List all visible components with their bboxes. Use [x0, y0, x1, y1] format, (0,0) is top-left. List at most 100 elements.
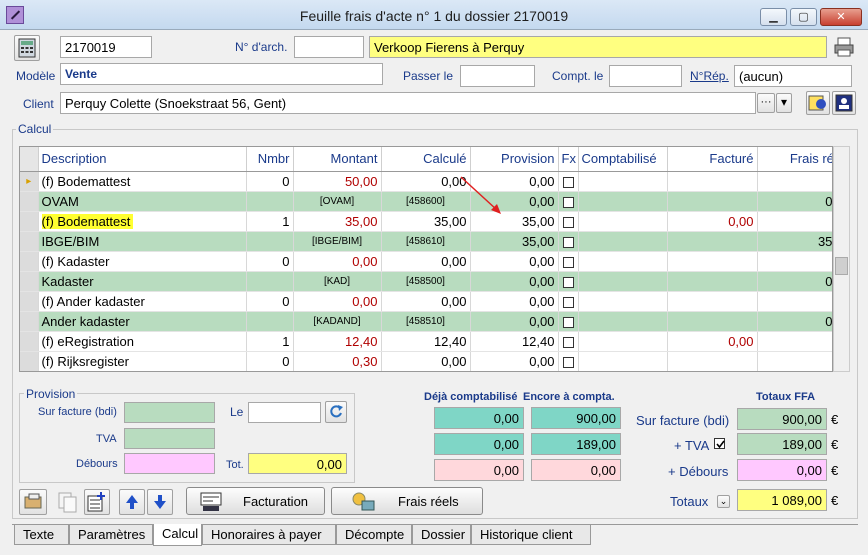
- cell-montant[interactable]: [KAD]: [293, 271, 382, 292]
- cell-frais-reels[interactable]: 0,00: [757, 271, 832, 292]
- tab-honoraires-à-payer[interactable]: Honoraires à payer: [202, 525, 336, 545]
- cell-facture[interactable]: 0,00: [667, 211, 758, 232]
- cell-montant[interactable]: [OVAM]: [293, 191, 382, 212]
- compt-date-field[interactable]: [609, 65, 682, 87]
- row-selector[interactable]: [20, 311, 39, 332]
- client-dropdown-button[interactable]: ▾: [776, 93, 792, 113]
- cell-frais-reels[interactable]: 0,00: [757, 191, 832, 212]
- cell-fx[interactable]: [558, 331, 579, 352]
- cell-description[interactable]: (f) Rijksregister: [38, 351, 247, 371]
- cell-nmbr[interactable]: 0: [246, 351, 294, 371]
- cell-fx[interactable]: [558, 291, 579, 312]
- tab-dossier[interactable]: Dossier: [412, 525, 471, 545]
- cell-frais-reels[interactable]: [757, 351, 832, 371]
- modele-field[interactable]: Vente: [60, 63, 383, 85]
- col-description[interactable]: Description: [38, 147, 247, 172]
- nrep-field[interactable]: (aucun): [734, 65, 852, 87]
- cell-facture[interactable]: [667, 311, 758, 332]
- cell-calcule[interactable]: 0,00: [381, 351, 471, 371]
- cell-frais-reels[interactable]: [757, 171, 832, 192]
- cell-fx[interactable]: [558, 311, 579, 332]
- cell-facture[interactable]: [667, 351, 758, 371]
- table-row[interactable]: (f) Bodemattest135,0035,0035,000,00(?): [20, 211, 832, 232]
- cell-description[interactable]: (f) Kadaster: [38, 251, 247, 272]
- fx-checkbox[interactable]: [562, 276, 574, 288]
- scrollbar-thumb[interactable]: [835, 257, 848, 275]
- client-field[interactable]: Perquy Colette (Snoekstraat 56, Gent): [60, 92, 756, 114]
- col-comptabilise[interactable]: Comptabilisé: [578, 147, 668, 172]
- cell-description[interactable]: Kadaster: [38, 271, 247, 292]
- cell-description[interactable]: (f) eRegistration: [38, 331, 247, 352]
- cell-montant[interactable]: 12,40: [293, 331, 382, 352]
- cell-comptabilise[interactable]: [578, 271, 668, 292]
- fx-checkbox[interactable]: [562, 196, 574, 208]
- encore-row1-field[interactable]: 900,00: [531, 407, 621, 429]
- row-selector[interactable]: [20, 291, 39, 312]
- deja-row2-field[interactable]: 0,00: [434, 433, 524, 455]
- fx-checkbox[interactable]: [562, 216, 574, 228]
- cell-calcule[interactable]: 0,00: [381, 291, 471, 312]
- cell-montant[interactable]: 0,00: [293, 251, 382, 272]
- cell-nmbr[interactable]: [246, 271, 294, 292]
- cell-frais-reels[interactable]: 0,00: [757, 311, 832, 332]
- totaux-field[interactable]: 1 089,00: [737, 489, 827, 511]
- cell-facture[interactable]: [667, 171, 758, 192]
- frais-reels-button[interactable]: Frais réels: [331, 487, 483, 515]
- row-selector[interactable]: [20, 251, 39, 272]
- table-row[interactable]: (f) eRegistration112,4012,4012,400,00(?): [20, 331, 832, 352]
- prov-le-field[interactable]: [248, 402, 321, 423]
- encore-row3-field[interactable]: 0,00: [531, 459, 621, 481]
- add-line-icon[interactable]: [84, 489, 110, 515]
- tab-texte[interactable]: Texte: [14, 525, 69, 545]
- fx-checkbox[interactable]: [562, 296, 574, 308]
- passer-date-field[interactable]: [460, 65, 535, 87]
- cell-facture[interactable]: [667, 271, 758, 292]
- cell-frais-reels[interactable]: (?): [757, 211, 832, 232]
- tab-paramètres[interactable]: Paramètres: [69, 525, 153, 545]
- tot-sur-facture-field[interactable]: 900,00: [737, 408, 827, 430]
- cell-provision[interactable]: 0,00: [470, 311, 559, 332]
- cell-montant[interactable]: [IBGE/BIM]: [293, 231, 382, 252]
- cell-calcule[interactable]: [458610]: [381, 231, 471, 252]
- calculator-icon[interactable]: [14, 35, 40, 61]
- prov-tva-field[interactable]: [124, 428, 215, 449]
- cell-nmbr[interactable]: [246, 191, 294, 212]
- client-card-icon[interactable]: [806, 91, 830, 115]
- cell-frais-reels[interactable]: (?): [757, 331, 832, 352]
- col-fx[interactable]: Fx: [558, 147, 579, 172]
- cell-fx[interactable]: [558, 351, 579, 371]
- cell-description[interactable]: (f) Ander kadaster: [38, 291, 247, 312]
- cell-nmbr[interactable]: 0: [246, 251, 294, 272]
- maximize-button[interactable]: ▢: [790, 8, 817, 26]
- fx-checkbox[interactable]: [562, 176, 574, 188]
- col-montant[interactable]: Montant: [293, 147, 382, 172]
- cell-fx[interactable]: [558, 211, 579, 232]
- row-selector[interactable]: [20, 351, 39, 371]
- cell-provision[interactable]: 0,00: [470, 291, 559, 312]
- cell-calcule[interactable]: [458510]: [381, 311, 471, 332]
- col-frais-reels[interactable]: Frais réels: [757, 147, 832, 172]
- table-row[interactable]: (f) Rijksregister 0 0,30 0,00 0,00: [20, 351, 832, 371]
- table-row[interactable]: (f) Kadaster 0 0,00 0,00 0,00: [20, 251, 832, 272]
- col-calcule[interactable]: Calculé: [381, 147, 471, 172]
- cell-comptabilise[interactable]: [578, 251, 668, 272]
- cell-nmbr[interactable]: 0: [246, 171, 294, 192]
- cell-nmbr[interactable]: [246, 311, 294, 332]
- table-row[interactable]: Ander kadaster[KADAND][458510]0,000,00: [20, 311, 832, 332]
- table-row[interactable]: Kadaster[KAD][458500]0,000,00: [20, 271, 832, 292]
- fx-checkbox[interactable]: [562, 316, 574, 328]
- cell-montant[interactable]: [KADAND]: [293, 311, 382, 332]
- cell-montant[interactable]: 0,00: [293, 291, 382, 312]
- cell-provision[interactable]: 0,00: [470, 251, 559, 272]
- cell-nmbr[interactable]: 0: [246, 291, 294, 312]
- prov-tot-field[interactable]: 0,00: [248, 453, 347, 474]
- cell-comptabilise[interactable]: [578, 311, 668, 332]
- cell-provision[interactable]: 0,00: [470, 271, 559, 292]
- cell-comptabilise[interactable]: [578, 351, 668, 371]
- refresh-icon[interactable]: [325, 401, 347, 423]
- cell-fx[interactable]: [558, 231, 579, 252]
- col-nmbr[interactable]: Nmbr: [246, 147, 294, 172]
- copy-icon[interactable]: [55, 489, 81, 515]
- table-row[interactable]: ▸ (f) Bodemattest 0 50,00 0,00 0,00: [20, 171, 832, 192]
- row-selector[interactable]: [20, 231, 39, 252]
